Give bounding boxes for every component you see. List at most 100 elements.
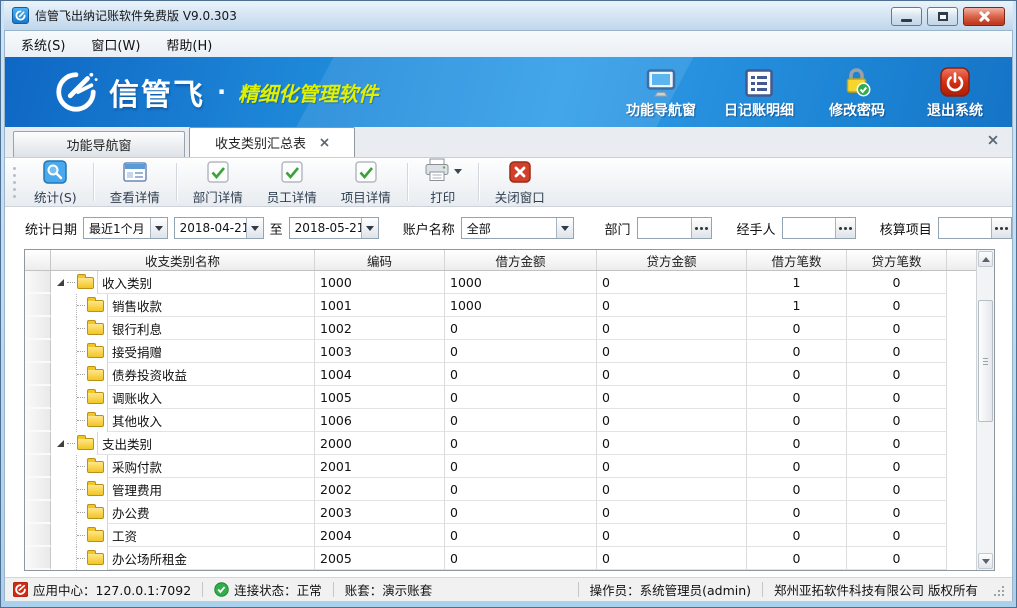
project-field[interactable] <box>938 217 1012 239</box>
date-preset-combo[interactable]: 最近1个月 <box>83 217 168 239</box>
minimize-button[interactable] <box>891 7 922 26</box>
close-button[interactable] <box>963 7 1005 26</box>
row-selector[interactable] <box>25 386 51 409</box>
print-button[interactable]: 打印 <box>412 156 474 209</box>
row-filler <box>947 455 976 478</box>
employee-detail-button[interactable]: 员工详情 <box>255 156 329 209</box>
tree-stub <box>77 466 85 467</box>
handler-field[interactable] <box>782 217 856 239</box>
maximize-button[interactable] <box>927 7 958 26</box>
scroll-up-icon[interactable] <box>978 251 993 267</box>
table-row[interactable]: 接受捐赠 1003 0 0 0 0 <box>25 340 976 363</box>
date-from-combo[interactable]: 2018-04-21 <box>174 217 264 239</box>
close-red-icon <box>509 159 531 185</box>
row-selector[interactable] <box>25 455 51 478</box>
ellipsis-icon[interactable] <box>835 218 855 238</box>
header-debit-amount[interactable]: 借方金额 <box>445 250 597 270</box>
table-row[interactable]: 管理费用 2002 0 0 0 0 <box>25 478 976 501</box>
category-name: 工资 <box>112 526 137 545</box>
row-selector[interactable] <box>25 294 51 317</box>
row-selector[interactable] <box>25 363 51 386</box>
resize-grip[interactable] <box>992 584 1004 596</box>
change-password-button[interactable]: 修改密码 <box>816 65 898 120</box>
table-row[interactable]: 收入类别 1000 1000 0 1 0 <box>25 271 976 294</box>
check-doc-icon <box>355 159 377 185</box>
brand: 信管飞 · 精细化管理软件 <box>53 69 378 115</box>
department-detail-button[interactable]: 部门详情 <box>181 156 255 209</box>
row-selector[interactable] <box>25 271 51 294</box>
menu-system[interactable]: 系统(S) <box>15 33 71 56</box>
chevron-down-icon[interactable] <box>150 218 167 238</box>
status-operator: 操作员：系统管理员(admin) <box>590 580 751 599</box>
header-category[interactable]: 收支类别名称 <box>51 250 315 270</box>
tree-line <box>51 547 77 570</box>
tabstrip-close-icon[interactable] <box>988 134 998 148</box>
tree-expand-icon[interactable] <box>57 440 64 447</box>
header-debit-count[interactable]: 借方笔数 <box>747 250 847 270</box>
table-row[interactable]: 银行利息 1002 0 0 0 0 <box>25 317 976 340</box>
ellipsis-icon[interactable] <box>691 218 711 238</box>
journal-detail-button[interactable]: 日记账明细 <box>718 65 800 120</box>
row-selector[interactable] <box>25 432 51 455</box>
table-row[interactable]: 办公场所租金 2005 0 0 0 0 <box>25 547 976 570</box>
date-to-combo[interactable]: 2018-05-21 <box>289 217 379 239</box>
row-selector[interactable] <box>25 524 51 547</box>
header-credit-amount[interactable]: 贷方金额 <box>597 250 747 270</box>
category-name: 银行利息 <box>112 319 162 338</box>
row-selector[interactable] <box>25 340 51 363</box>
table-row[interactable]: 调账收入 1005 0 0 0 0 <box>25 386 976 409</box>
scroll-down-icon[interactable] <box>978 553 993 569</box>
table-row[interactable]: 债券投资收益 1004 0 0 0 0 <box>25 363 976 386</box>
code-cell: 1006 <box>315 409 445 432</box>
ellipsis-icon[interactable] <box>991 218 1011 238</box>
tree-stub <box>77 328 85 329</box>
debit-amount-cell: 0 <box>445 317 597 340</box>
menu-window[interactable]: 窗口(W) <box>85 33 146 56</box>
credit-count-cell: 0 <box>847 271 947 294</box>
minimize-icon <box>901 19 912 22</box>
table-row[interactable]: 支出类别 2000 0 0 0 0 <box>25 432 976 455</box>
code-cell: 2004 <box>315 524 445 547</box>
table-row[interactable]: 销售收款 1001 1000 0 1 0 <box>25 294 976 317</box>
header-credit-count[interactable]: 贷方笔数 <box>847 250 947 270</box>
row-selector[interactable] <box>25 547 51 570</box>
row-selector[interactable] <box>25 478 51 501</box>
chevron-down-icon[interactable] <box>246 218 263 238</box>
tabstrip: 功能导航窗 收支类别汇总表 <box>5 127 1012 157</box>
toolbar-grip[interactable] <box>13 181 16 184</box>
table-row[interactable]: 其他收入 1006 0 0 0 0 <box>25 409 976 432</box>
menubar: 系统(S) 窗口(W) 帮助(H) <box>5 31 1012 57</box>
scrollbar-thumb[interactable] <box>978 300 993 422</box>
grid-header: 收支类别名称 编码 借方金额 贷方金额 借方笔数 贷方笔数 <box>25 250 976 271</box>
tree-expand-icon[interactable] <box>57 279 64 286</box>
row-selector[interactable] <box>25 317 51 340</box>
table-row[interactable]: 采购付款 2001 0 0 0 0 <box>25 455 976 478</box>
vertical-scrollbar[interactable] <box>976 250 994 570</box>
exit-system-button[interactable]: 退出系统 <box>914 65 996 120</box>
tab-nav-window[interactable]: 功能导航窗 <box>13 131 185 157</box>
tab-close-icon[interactable] <box>320 138 329 147</box>
department-field[interactable] <box>637 217 713 239</box>
table-row[interactable]: 工资 2004 0 0 0 0 <box>25 524 976 547</box>
row-selector[interactable] <box>25 409 51 432</box>
chevron-down-icon[interactable] <box>361 218 378 238</box>
print-dropdown-icon[interactable] <box>454 169 462 174</box>
header-code[interactable]: 编码 <box>315 250 445 270</box>
chevron-down-icon[interactable] <box>556 218 573 238</box>
debit-count-cell: 0 <box>747 478 847 501</box>
power-icon <box>940 65 970 97</box>
table-row[interactable]: 办公费 2003 0 0 0 0 <box>25 501 976 524</box>
close-window-button[interactable]: 关闭窗口 <box>483 156 557 209</box>
menu-help[interactable]: 帮助(H) <box>160 33 218 56</box>
account-combo[interactable]: 全部 <box>461 217 574 239</box>
project-detail-button[interactable]: 项目详情 <box>329 156 403 209</box>
nav-window-button[interactable]: 功能导航窗 <box>620 65 702 120</box>
credit-amount-cell: 0 <box>597 432 747 455</box>
credit-count-cell: 0 <box>847 547 947 570</box>
folder-icon <box>87 323 104 335</box>
view-detail-button[interactable]: 查看详情 <box>98 156 172 209</box>
tab-summary-report[interactable]: 收支类别汇总表 <box>189 127 355 157</box>
statistics-button[interactable]: 统计(S) <box>22 156 89 209</box>
row-selector[interactable] <box>25 501 51 524</box>
category-name: 管理费用 <box>112 480 162 499</box>
